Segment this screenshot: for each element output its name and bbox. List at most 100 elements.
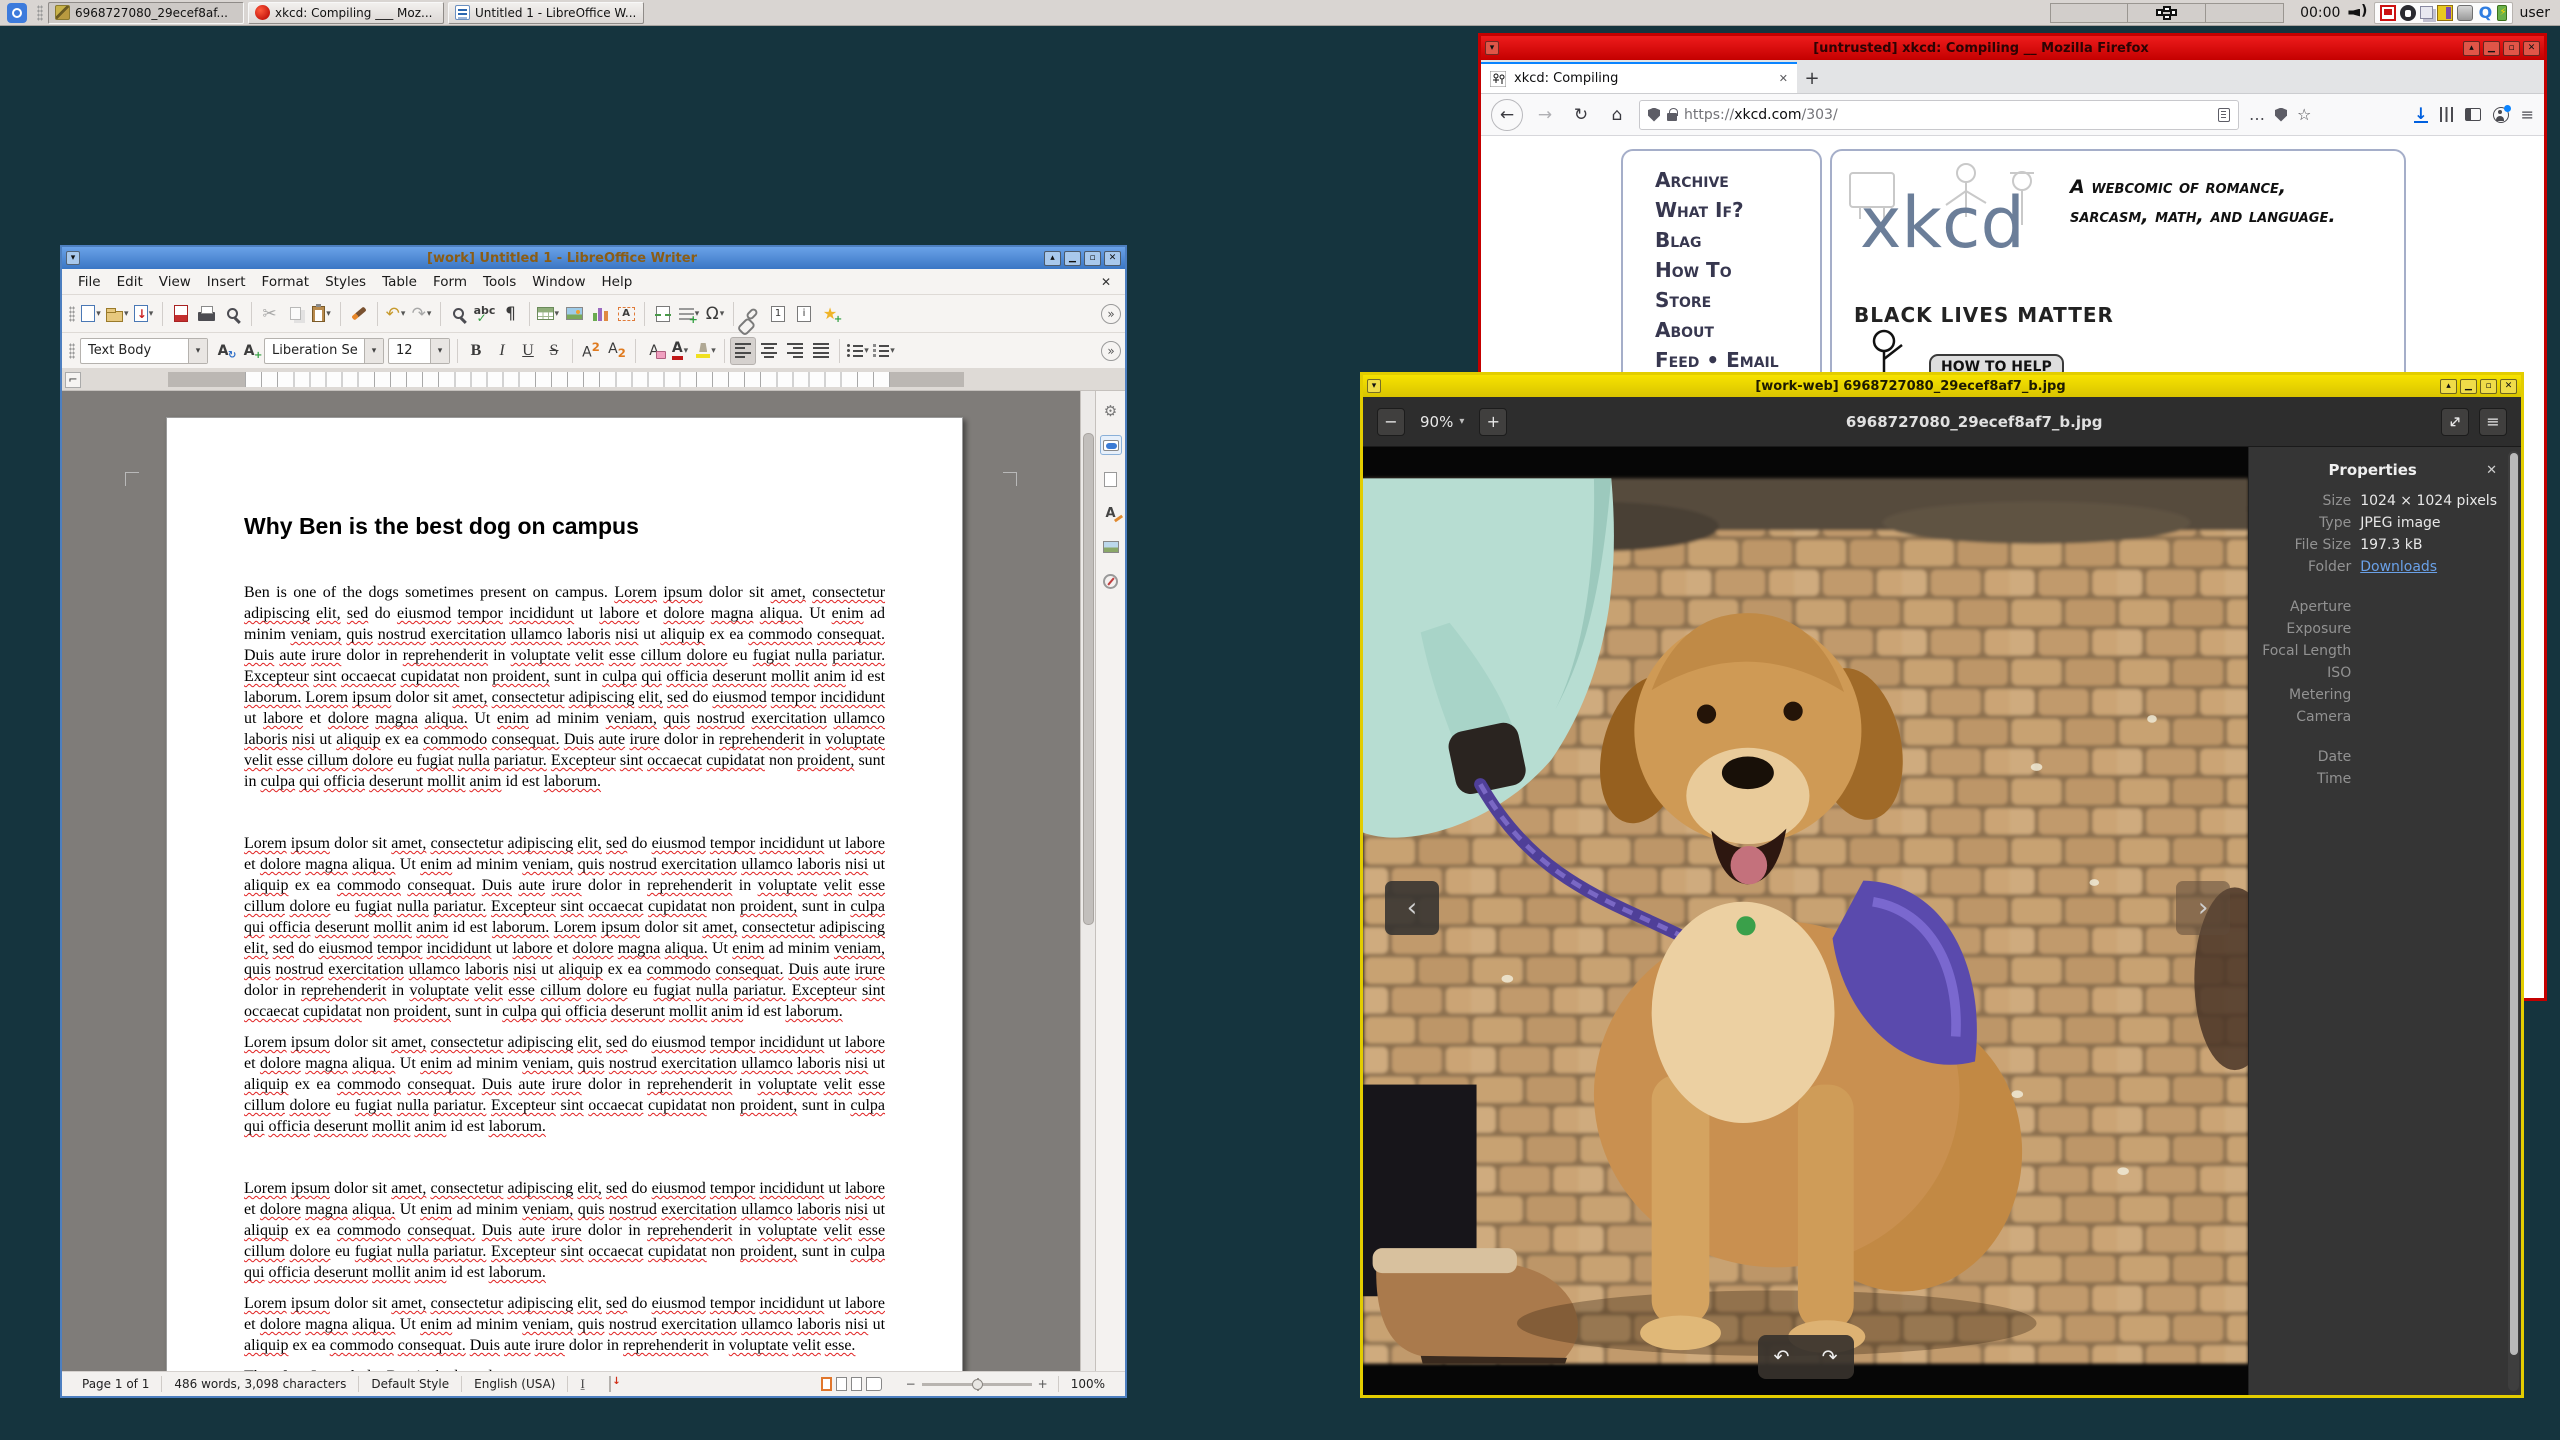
xkcd-nav-link[interactable]: Archive	[1655, 165, 1820, 195]
update-style-button[interactable]: A ↻	[210, 337, 237, 365]
highlight-color-button[interactable]: ▾	[693, 337, 719, 365]
properties-close-icon[interactable]: ✕	[2486, 463, 2497, 478]
insert-bookmark-button[interactable]: ★	[817, 300, 843, 328]
chevron-down-icon[interactable]: ▾	[188, 338, 207, 363]
url-bar[interactable]: https://xkcd.com/303/	[1639, 99, 2239, 130]
superscript-button[interactable]: A2	[578, 337, 604, 365]
single-page-view-icon[interactable]	[820, 1377, 832, 1392]
formatting-marks-button[interactable]: ¶	[498, 300, 524, 328]
workspace-3[interactable]	[2206, 2, 2285, 23]
next-image-button[interactable]: ›	[2176, 881, 2231, 935]
chevron-down-icon[interactable]: ▾	[96, 309, 101, 319]
numbered-list-button[interactable]: ▾	[871, 337, 897, 365]
maximize-button[interactable]: ▫	[2480, 378, 2497, 394]
menu-item[interactable]: View	[151, 271, 199, 293]
tray-battery-icon[interactable]	[2497, 4, 2508, 21]
close-button[interactable]: ✕	[2500, 378, 2517, 394]
toolbar-overflow-button[interactable]: »	[1101, 340, 1121, 361]
shade-button[interactable]: ▴	[1044, 250, 1061, 266]
tab-close-icon[interactable]: ✕	[1779, 72, 1788, 85]
chevron-down-icon[interactable]: ▾	[401, 309, 406, 319]
language-status[interactable]: English (USA)	[462, 1377, 567, 1391]
hamburger-menu-icon[interactable]: ≡	[2521, 105, 2534, 124]
print-button[interactable]	[194, 300, 220, 328]
chevron-down-icon[interactable]: ▾	[149, 309, 154, 319]
multi-page-view-icon[interactable]	[850, 1377, 862, 1392]
page-style-status[interactable]: Default Style	[359, 1377, 461, 1391]
downloads-icon[interactable]: ↓	[2414, 105, 2428, 123]
close-button[interactable]: ✕	[2523, 40, 2540, 56]
menu-item[interactable]: Styles	[317, 271, 374, 293]
xkcd-nav-link[interactable]: About	[1655, 315, 1820, 345]
xkcd-nav-link[interactable]: What If?	[1655, 195, 1820, 225]
home-button[interactable]: ⌂	[1603, 101, 1631, 129]
new-document-button[interactable]: ▾	[78, 300, 104, 328]
undo-button[interactable]: ↶ ▾	[383, 300, 409, 328]
bullet-list-button[interactable]: ▾	[845, 337, 871, 365]
strikethrough-button[interactable]: S	[541, 337, 567, 365]
back-button[interactable]: ←	[1491, 98, 1523, 131]
scrollbar-thumb[interactable]	[1083, 433, 1094, 925]
close-button[interactable]: ✕	[1104, 250, 1121, 266]
chevron-down-icon[interactable]: ▾	[427, 309, 432, 319]
xkcd-nav-link[interactable]: Store	[1655, 285, 1820, 315]
toolbar-grip[interactable]	[69, 342, 75, 359]
document-paragraph[interactable]: Lorem ipsum dolor sit amet, consectetur …	[244, 1032, 885, 1137]
chevron-down-icon[interactable]: ▾	[711, 346, 716, 356]
zoom-slider-knob[interactable]	[971, 1378, 983, 1390]
fullscreen-button[interactable]: ↔	[2441, 407, 2469, 436]
print-preview-button[interactable]	[220, 300, 246, 328]
align-right-button[interactable]	[782, 337, 808, 365]
chevron-down-icon[interactable]: ▾	[864, 346, 869, 356]
scrollbar-thumb[interactable]	[2509, 453, 2518, 1356]
property-value[interactable]: 197.3 kB	[2360, 537, 2422, 553]
menu-item[interactable]: Tools	[475, 271, 524, 293]
chevron-down-icon[interactable]: ▾	[124, 309, 129, 319]
minimize-button[interactable]: ▁	[1064, 250, 1081, 266]
page-count-status[interactable]: Page 1 of 1	[70, 1377, 161, 1391]
bookmark-star-icon[interactable]: ☆	[2297, 105, 2311, 124]
zoom-out-button[interactable]: −	[1377, 407, 1405, 436]
tray-display-icon[interactable]	[2380, 4, 2397, 21]
insert-endnote-button[interactable]: i	[791, 300, 817, 328]
reload-button[interactable]: ↻	[1567, 101, 1595, 129]
domain-menu-icon[interactable]: ▾	[1367, 379, 1381, 393]
word-count-status[interactable]: 486 words, 3,098 characters	[162, 1377, 358, 1391]
document-heading[interactable]: Why Ben is the best dog on campus	[244, 513, 885, 540]
tracking-protection-icon[interactable]	[1648, 107, 1660, 122]
domain-menu-icon[interactable]: ▾	[66, 251, 80, 265]
shade-button[interactable]: ▴	[2463, 40, 2480, 56]
rotate-left-button[interactable]: ↶	[1774, 1346, 1790, 1368]
italic-button[interactable]: I	[489, 337, 515, 365]
workspace-1[interactable]	[2050, 2, 2129, 23]
close-document-icon[interactable]: ✕	[1101, 275, 1117, 289]
url-text[interactable]: https://xkcd.com/303/	[1684, 107, 2211, 123]
align-center-button[interactable]	[756, 337, 782, 365]
maximize-button[interactable]: ▫	[1084, 250, 1101, 266]
insert-footnote-button[interactable]: 1	[765, 300, 791, 328]
selection-mode-icon[interactable]: I̱	[580, 1376, 584, 1391]
document-paragraph[interactable]: Therefore I conclude: Ben is the best do…	[244, 1366, 885, 1371]
chevron-down-icon[interactable]: ▾	[430, 338, 449, 363]
document-scrollbar[interactable]	[1080, 391, 1095, 1371]
start-menu-button[interactable]	[0, 1, 34, 25]
tray-devices-icon[interactable]	[2437, 4, 2454, 21]
chevron-down-icon[interactable]: ▾	[684, 346, 689, 356]
firefox-titlebar[interactable]: ▾ [untrusted] xkcd: Compiling __ Mozilla…	[1481, 36, 2544, 60]
account-icon[interactable]	[2492, 104, 2511, 123]
zoom-percent-status[interactable]: 100%	[1059, 1377, 1117, 1391]
shade-button[interactable]: ▴	[2440, 378, 2457, 394]
menu-item[interactable]: Edit	[109, 271, 151, 293]
unsaved-changes-icon[interactable]	[608, 1376, 611, 1392]
viewer-titlebar[interactable]: ▾ [work-web] 6968727080_29ecef8af7_b.jpg…	[1363, 375, 2521, 397]
subscript-button[interactable]: A2	[604, 337, 630, 365]
insert-hyperlink-button[interactable]	[739, 300, 765, 328]
viewer-menu-button[interactable]: ≡	[2479, 407, 2507, 436]
panel-scrollbar[interactable]	[2508, 451, 2519, 1391]
chevron-down-icon[interactable]: ▾	[890, 346, 895, 356]
domain-menu-icon[interactable]: ▾	[1485, 41, 1499, 55]
chevron-down-icon[interactable]: ▾	[326, 309, 331, 319]
menu-item[interactable]: Window	[524, 271, 593, 293]
paragraph-style-select[interactable]: Text Body ▾	[80, 337, 208, 364]
tab-xkcd[interactable]: xkcd: Compiling ✕	[1481, 62, 1797, 93]
